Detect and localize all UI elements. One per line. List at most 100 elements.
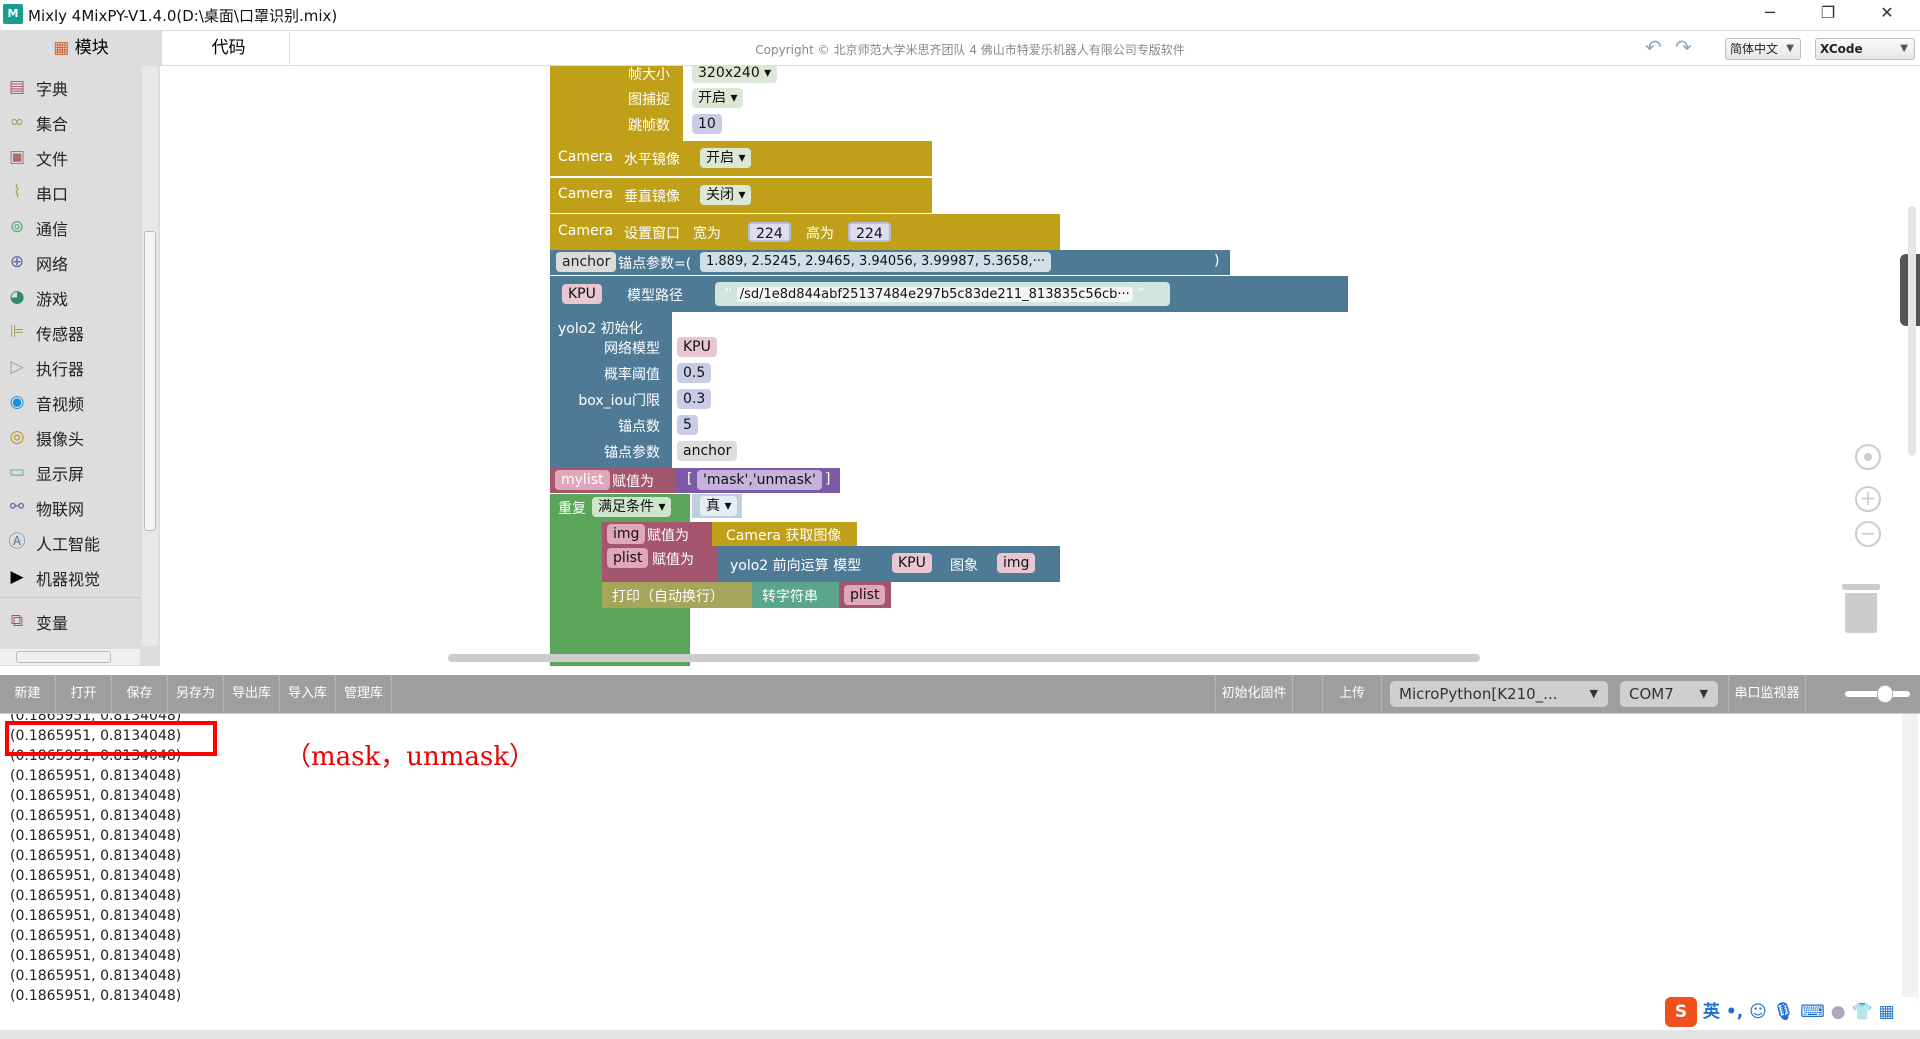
sidebar-item-11[interactable]: ▭ 显示屏 [0, 455, 140, 489]
grid-icon[interactable]: ▦ [1879, 1002, 1895, 1022]
sidebar-item-6[interactable]: ◕ 游戏 [0, 280, 140, 314]
toolbar-button-5[interactable]: 导入库 [280, 675, 336, 713]
trash-icon[interactable] [1842, 584, 1880, 634]
sidebar-scrollbar[interactable] [142, 66, 158, 646]
variable-plist[interactable]: plist [844, 585, 886, 605]
serial-console[interactable]: (0.1865951, 0.8134048) (0.1865951, 0.8134… [0, 713, 1920, 1030]
init-firmware-button[interactable]: 初始化固件 [1215, 675, 1293, 713]
kpu-load-block[interactable]: KPU 模型路径 “ /sd/1e8d844abf25137484e297b5c… [550, 276, 1348, 312]
scrollbar-thumb[interactable] [144, 231, 156, 531]
ime-lang-toggle[interactable]: 英 [1703, 1002, 1720, 1022]
sidebar-item-3[interactable]: ⌇ 串口 [0, 175, 140, 209]
punctuation-icon[interactable]: •, [1726, 1002, 1743, 1022]
port-select[interactable]: COM7 ▼ [1620, 681, 1718, 707]
toolbar-button-2[interactable]: 保存 [112, 675, 168, 713]
recenter-icon[interactable] [1855, 444, 1881, 470]
anchor-block[interactable]: anchor 锚点参数=( 1.889, 2.5245, 2.9465, 3.9… [550, 250, 1230, 275]
yolo-param-field[interactable]: anchor [677, 441, 738, 461]
toolbar-button-0[interactable]: 新建 [0, 675, 56, 713]
sidebar-item-7[interactable]: ⊫ 传感器 [0, 315, 140, 349]
bool-block[interactable]: 真 ▾ [692, 494, 742, 518]
minimize-button[interactable]: ─ [1755, 3, 1785, 22]
variable-mylist[interactable]: mylist [555, 470, 610, 490]
workspace-vscrollbar[interactable] [1908, 206, 1916, 456]
model-path-input[interactable]: “ /sd/1e8d844abf25137484e297b5c83de211_8… [715, 282, 1170, 306]
variable-anchor[interactable]: anchor [556, 252, 617, 272]
slider-handle[interactable] [1877, 685, 1893, 703]
camera-setting-field[interactable]: 10 [692, 114, 722, 134]
img-assign-block[interactable]: img 赋值为 [602, 522, 712, 546]
sidebar-item-1[interactable]: ∞ 集合 [0, 105, 140, 139]
toolbar-button-4[interactable]: 导出库 [224, 675, 280, 713]
redo-icon[interactable]: ↷ [1675, 35, 1692, 59]
camera-vflip-block[interactable]: Camera 垂直镜像 关闭 ▾ [550, 178, 932, 213]
skin-icon[interactable]: 👕 [1852, 1002, 1873, 1022]
variable-kpu[interactable]: KPU [562, 284, 602, 304]
sidebar-item-15[interactable]: ⧉ 变量 [0, 604, 140, 638]
toolbar-button-1[interactable]: 打开 [56, 675, 112, 713]
anchor-values-input[interactable]: 1.889, 2.5245, 2.9465, 3.94056, 3.99987,… [700, 252, 1052, 272]
camera-setting-field[interactable]: 320x240 ▾ [692, 66, 778, 83]
yolo-param-field[interactable]: 0.5 [677, 363, 712, 383]
hmirror-dropdown[interactable]: 开启 ▾ [700, 148, 752, 168]
yolo2-forward-block[interactable]: yolo2 前向运算 模型 KPU 图象 img [717, 546, 1060, 582]
variable-plist[interactable]: plist [607, 548, 649, 568]
model-arg[interactable]: KPU [892, 553, 932, 573]
board-select[interactable]: MicroPython[K210_... ▼ [1390, 681, 1608, 707]
restore-button[interactable]: ❐ [1813, 3, 1843, 22]
sidebar-item-12[interactable]: ⚯ 物联网 [0, 490, 140, 524]
to-string-block[interactable]: 转字符串 [752, 582, 839, 608]
zoom-out-icon[interactable]: − [1855, 521, 1881, 547]
mic-icon[interactable]: 🎙 [1773, 1002, 1795, 1022]
variable-img[interactable]: img [607, 524, 646, 544]
tab-code[interactable]: 代码 [168, 31, 290, 66]
user-icon[interactable]: ● [1831, 1002, 1846, 1022]
sidebar-item-0[interactable]: ▤ 字典 [0, 70, 140, 104]
hscroll-thumb[interactable] [16, 651, 111, 663]
mylist-assign-block[interactable]: mylist 赋值为 [ 'mask','unmask' ] [550, 468, 840, 493]
console-scrollbar[interactable] [1902, 714, 1918, 1004]
tab-blocks[interactable]: ▦ 模块 [0, 31, 162, 66]
undo-icon[interactable]: ↶ [1645, 35, 1662, 59]
camera-hmirror-block[interactable]: Camera 水平镜像 开启 ▾ [550, 141, 932, 176]
blockly-workspace[interactable]: Camera 水平镜像 开启 ▾ Camera 垂直镜像 关闭 ▾ Camera… [160, 66, 1920, 666]
emoji-icon[interactable]: ☺ [1749, 1002, 1767, 1022]
plist-variable-block[interactable]: plist [839, 582, 891, 608]
sidebar-item-2[interactable]: ▣ 文件 [0, 140, 140, 174]
sidebar-item-8[interactable]: ▷ 执行器 [0, 350, 140, 384]
sidebar-item-13[interactable]: Ⓐ 人工智能 [0, 525, 140, 559]
camera-setting-field[interactable]: 开启 ▾ [692, 88, 744, 108]
serial-monitor-button[interactable]: 串口监视器 [1728, 675, 1806, 713]
image-arg[interactable]: img [997, 553, 1036, 573]
upload-button[interactable]: 上传 [1322, 675, 1382, 713]
sidebar-item-9[interactable]: ◉ 音视频 [0, 385, 140, 419]
sidebar-item-4[interactable]: ⊚ 通信 [0, 210, 140, 244]
sidebar-item-10[interactable]: ◎ 摄像头 [0, 420, 140, 454]
yolo-param-field[interactable]: 5 [677, 415, 698, 435]
theme-select[interactable]: XCode ▼ [1815, 38, 1915, 60]
workspace-hscrollbar[interactable] [448, 654, 1480, 662]
print-block[interactable]: 打印（自动换行） [602, 582, 752, 608]
zoom-in-icon[interactable]: + [1855, 486, 1881, 512]
sidebar-hscrollbar[interactable] [0, 649, 140, 665]
list-items-input[interactable]: 'mask','unmask' [697, 470, 822, 490]
language-select[interactable]: 简体中文 ▼ [1725, 38, 1801, 60]
sidebar-item-14[interactable]: ▶ 机器视觉 [0, 560, 140, 594]
camera-window-block[interactable]: Camera 设置窗口 宽为 224 高为 224 [550, 214, 1060, 250]
sidebar-item-5[interactable]: ⊕ 网络 [0, 245, 140, 279]
ime-toolbar[interactable]: S 英 •, ☺ 🎙 ⌨ ● 👕 ▦ [1665, 997, 1917, 1029]
vflip-dropdown[interactable]: 关闭 ▾ [700, 185, 752, 205]
bool-dropdown[interactable]: 真 ▾ [700, 496, 738, 516]
close-button[interactable]: ✕ [1872, 3, 1902, 22]
yolo-param-field[interactable]: 0.3 [677, 389, 712, 409]
yolo-param-field[interactable]: KPU [677, 337, 717, 357]
plist-assign-block[interactable]: plist 赋值为 [602, 546, 717, 582]
width-input[interactable]: 224 [748, 222, 791, 242]
keyboard-icon[interactable]: ⌨ [1800, 1002, 1825, 1022]
repeat-mode-dropdown[interactable]: 满足条件 ▾ [592, 497, 672, 517]
font-size-slider[interactable] [1845, 685, 1910, 703]
toolbar-button-3[interactable]: 另存为 [168, 675, 224, 713]
toolbar-button-6[interactable]: 管理库 [336, 675, 392, 713]
height-input[interactable]: 224 [848, 222, 891, 242]
list-block[interactable]: [ 'mask','unmask' ] [675, 468, 840, 493]
